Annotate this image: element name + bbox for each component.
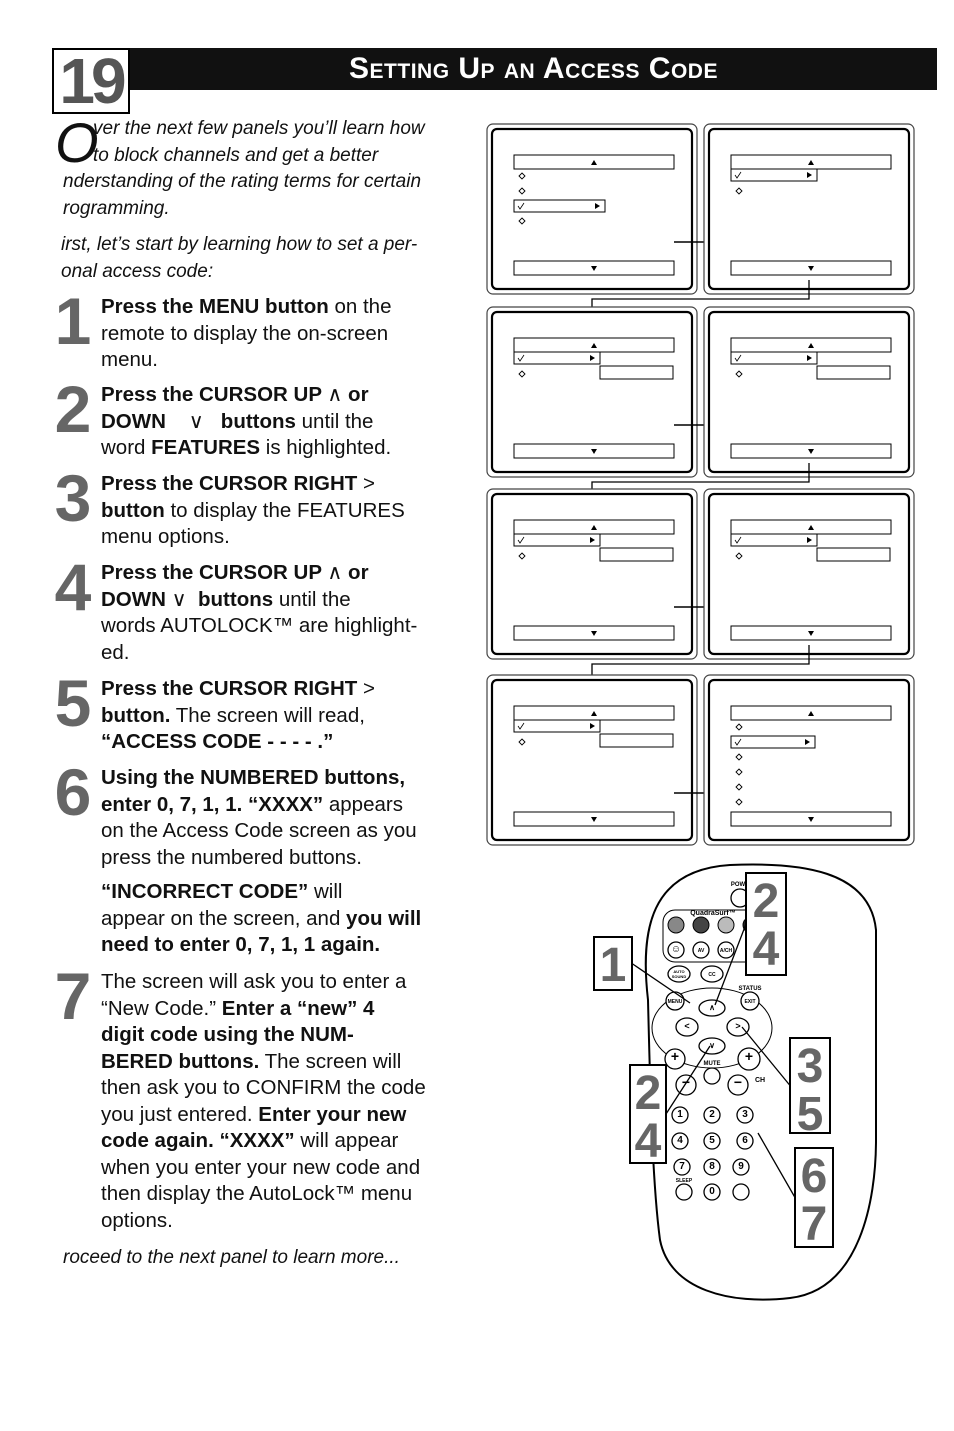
remote-control-illustration: POWEQuadraSurf™☺ AV A/CHAUTOSOUND CCSTATUSM… bbox=[593, 863, 877, 1301]
smiley-button-label: ☺ bbox=[671, 944, 681, 955]
number-button-9-label: 9 bbox=[738, 1161, 744, 1172]
callout-step-number: 3 bbox=[797, 1040, 824, 1093]
callout-step-number: 6 bbox=[801, 1150, 828, 1203]
callout-step-number: 2 bbox=[635, 1067, 662, 1120]
number-button-8-label: 8 bbox=[709, 1161, 715, 1172]
menu-button-label: MENU bbox=[668, 999, 683, 1005]
number-button-2-label: 2 bbox=[709, 1109, 715, 1120]
callout-step-number: 7 bbox=[801, 1198, 828, 1251]
callout-step-number: 1 bbox=[600, 939, 627, 992]
mute-label: MUTE bbox=[704, 1061, 721, 1067]
cursor-left-button-label: < bbox=[684, 1021, 689, 1031]
cc-button-label: CC bbox=[708, 972, 716, 978]
quadrasurf-button[interactable] bbox=[692, 916, 710, 934]
auto-sound-label: SOUND bbox=[672, 974, 687, 979]
sleep-label: SLEEP bbox=[676, 1178, 693, 1184]
number-button-0-label: 0 bbox=[709, 1186, 715, 1197]
quadrasurf-label: QuadraSurf™ bbox=[690, 910, 736, 917]
cursor-right-button-label: > bbox=[735, 1021, 740, 1031]
callout-step-number: 4 bbox=[753, 923, 780, 976]
exit-button-label: EXIT bbox=[744, 999, 755, 1005]
channel-up-button-label: + bbox=[745, 1048, 753, 1064]
callout-step-number: 2 bbox=[753, 875, 780, 928]
number-button-7-label: 7 bbox=[679, 1161, 685, 1172]
callout-step-number: 4 bbox=[635, 1115, 662, 1168]
number-button-6-label: 6 bbox=[742, 1135, 748, 1146]
quadrasurf-button[interactable] bbox=[717, 916, 735, 934]
number-button-4-label: 4 bbox=[677, 1135, 683, 1146]
number-button-5-label: 5 bbox=[709, 1135, 715, 1146]
cursor-down-button-label: ∨ bbox=[709, 1041, 715, 1050]
status-label: STATUS bbox=[738, 986, 761, 992]
blank-button[interactable] bbox=[732, 1183, 750, 1201]
number-button-1-label: 1 bbox=[677, 1109, 683, 1120]
av-button-label: AV bbox=[698, 948, 705, 954]
number-button-3-label: 3 bbox=[742, 1109, 748, 1120]
ach-button-label: A/CH bbox=[720, 948, 733, 954]
ch-label: CH bbox=[755, 1077, 765, 1084]
sleep-button[interactable] bbox=[675, 1183, 693, 1201]
channel-down-button-label: − bbox=[734, 1074, 742, 1090]
cursor-up-button-label: ∧ bbox=[709, 1003, 715, 1012]
volume-up-button-label: + bbox=[671, 1048, 679, 1064]
quadrasurf-button[interactable] bbox=[667, 916, 685, 934]
callout-step-number: 5 bbox=[797, 1088, 824, 1141]
mute-button[interactable] bbox=[703, 1067, 721, 1085]
